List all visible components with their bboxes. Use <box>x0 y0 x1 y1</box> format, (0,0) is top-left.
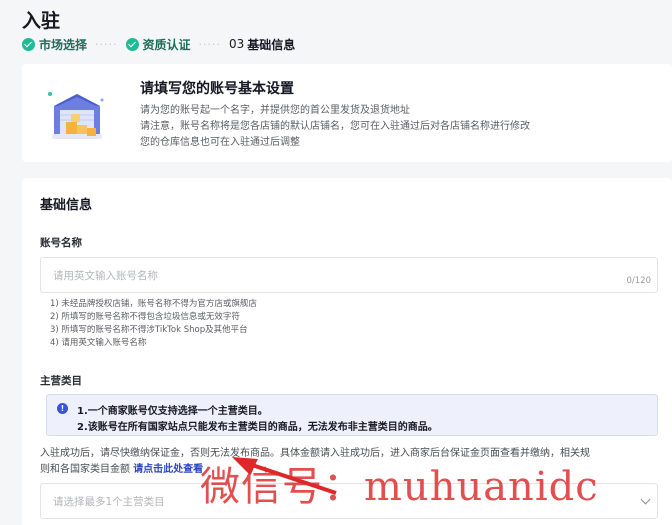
main-category-label: 主营类目 <box>40 375 82 387</box>
step-label: 市场选择 <box>39 37 88 52</box>
progress-steps: 市场选择 ····· 资质认证 ····· 03 基础信息 <box>22 35 295 53</box>
step-market: 市场选择 <box>22 36 87 53</box>
hint-item: 3) 所填写的账号名称不得涉TikTok Shop及其他平台 <box>50 325 248 335</box>
warehouse-illustration-icon <box>48 92 104 139</box>
step-qualification: 资质认证 <box>125 36 191 53</box>
info-card: 请填写您的账号基本设置 请为您的账号起一个名字，并提供您的首公里发货及退货地址 … <box>22 64 672 162</box>
char-counter: 0/120 <box>626 276 652 286</box>
account-name-input[interactable]: 请用英文输入账号名称 0/120 <box>40 257 658 293</box>
step-number: 03 <box>229 37 245 51</box>
check-circle-icon <box>125 37 139 51</box>
hint-item: 4) 请用英文输入账号名称 <box>50 338 147 348</box>
watermark-text: 微信号：muhuanidc <box>200 464 599 510</box>
alert-line: 2.该账号在所有国家站点只能发布主营类目的商品，无法发布非主营类目的商品。 <box>77 422 438 433</box>
input-placeholder: 请用英文输入账号名称 <box>53 270 158 282</box>
step-separator: ····· <box>198 37 221 51</box>
select-placeholder: 请选择最多1个主营类目 <box>53 496 165 508</box>
section-title: 基础信息 <box>40 198 93 213</box>
chevron-down-icon <box>640 494 651 505</box>
info-line: 请注意，账号名称将是您各店铺的默认店铺名，您可在入驻通过后对各店铺名称进行修改 <box>140 121 530 132</box>
step-label: 资质认证 <box>142 37 191 52</box>
description-text: 则和各国家类目金额 <box>40 464 134 475</box>
step-basic-info: 03 基础信息 <box>229 36 295 53</box>
info-title: 请填写您的账号基本设置 <box>140 81 294 97</box>
check-circle-icon <box>22 37 35 51</box>
category-alert: ! 1.一个商家账号仅支持选择一个主营类目。 2.该账号在所有国家站点只能发布主… <box>46 394 658 436</box>
alert-line: 1.一个商家账号仅支持选择一个主营类目。 <box>77 406 268 417</box>
page-title: 入驻 <box>22 10 61 32</box>
info-line: 请为您的账号起一个名字，并提供您的首公里发货及退货地址 <box>140 105 410 116</box>
hint-item: 2) 所填写的账号名称不得包含垃圾信息或无效字符 <box>50 312 240 322</box>
view-details-link[interactable]: 请点击此处查看 <box>133 464 203 475</box>
step-label: 基础信息 <box>247 37 296 52</box>
hint-item: 1) 未经品牌授权店铺，账号名称不得为官方店或旗舰店 <box>50 299 257 309</box>
step-separator: ····· <box>95 37 118 51</box>
info-line: 您的仓库信息也可在入驻通过后调整 <box>140 137 300 148</box>
account-name-label: 账号名称 <box>40 237 82 249</box>
info-icon: ! <box>57 403 68 414</box>
deposit-description-cont: 则和各国家类目金额 请点击此处查看 <box>40 460 203 475</box>
